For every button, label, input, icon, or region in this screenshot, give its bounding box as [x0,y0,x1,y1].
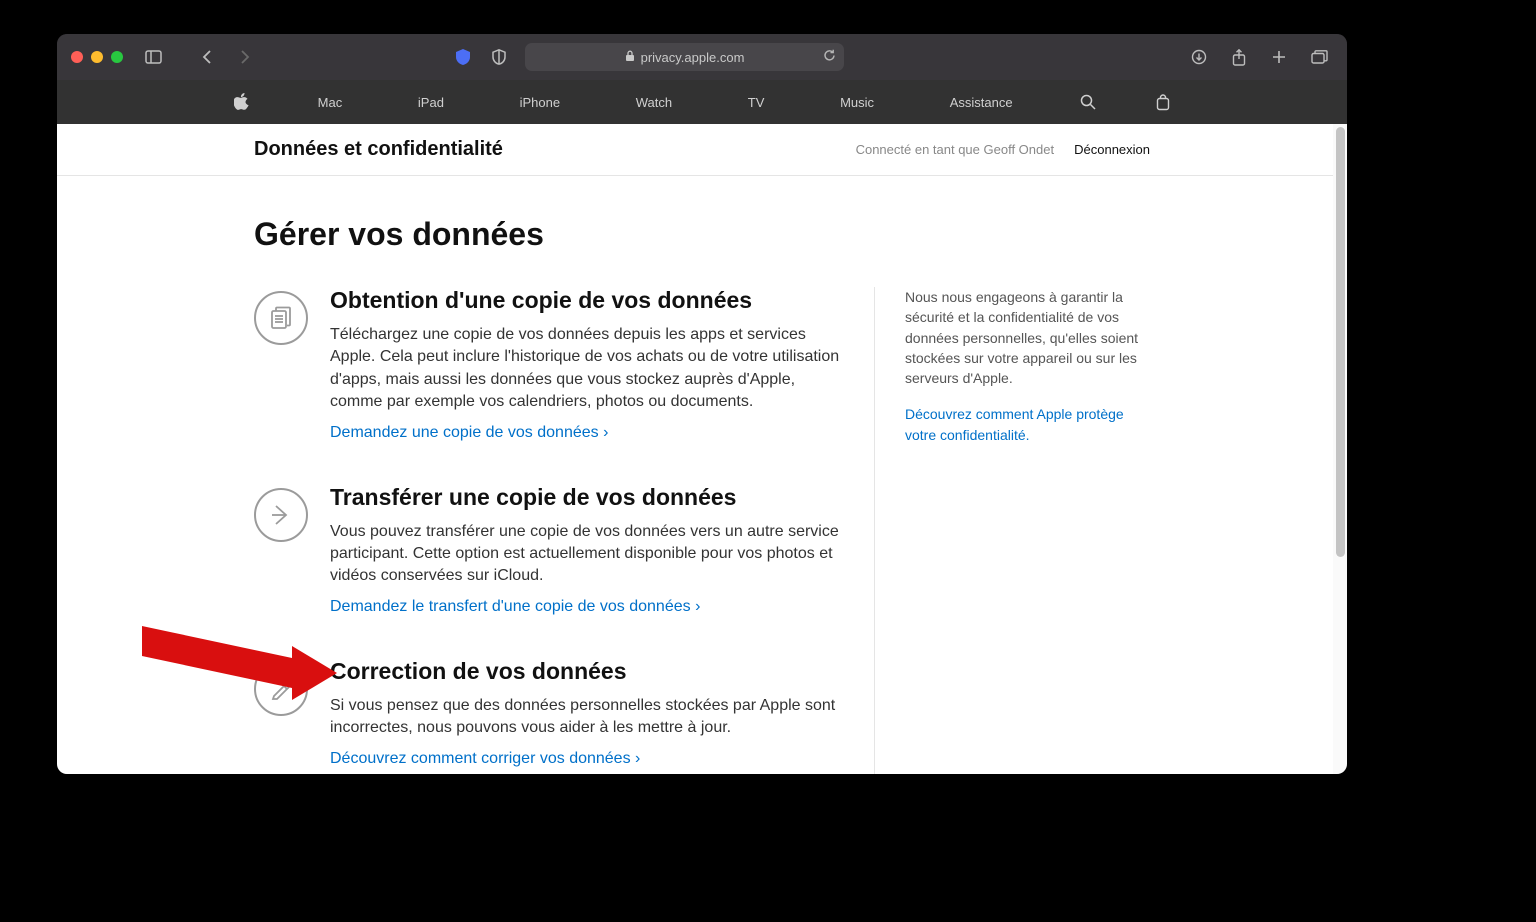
global-nav: Mac iPad iPhone Watch TV Music Assistanc… [57,80,1347,124]
search-icon[interactable] [1080,94,1096,110]
section-title: Obtention d'une copie de vos données [330,287,844,314]
forward-button[interactable] [231,43,259,71]
back-button[interactable] [193,43,221,71]
section-title: Correction de vos données [330,658,844,685]
correct-data-link[interactable]: Découvrez comment corriger vos données [330,750,640,767]
section-body: Téléchargez une copie de vos données dep… [330,324,844,414]
window-controls [71,51,123,63]
signed-in-label: Connecté en tant que Geoff Ondet [856,142,1055,157]
section-body: Si vous pensez que des données personnel… [330,695,844,740]
sidebar-toggle-button[interactable] [139,43,167,71]
nav-ipad[interactable]: iPad [410,95,452,110]
scrollbar-thumb[interactable] [1336,127,1345,557]
section-body: Vous pouvez transférer une copie de vos … [330,521,844,588]
new-tab-button[interactable] [1265,43,1293,71]
section-get-copy: Obtention d'une copie de vos données Tél… [254,287,844,442]
section-transfer: Transférer une copie de vos données Vous… [254,484,844,616]
nav-iphone[interactable]: iPhone [512,95,568,110]
address-bar[interactable]: privacy.apple.com [525,43,844,71]
nav-tv[interactable]: TV [740,95,773,110]
browser-window: privacy.apple.com [57,34,1347,774]
close-window-button[interactable] [71,51,83,63]
nav-mac[interactable]: Mac [310,95,351,110]
extension-icon-1[interactable] [449,43,477,71]
signout-link[interactable]: Déconnexion [1074,142,1150,157]
privacy-report-icon[interactable] [485,43,513,71]
section-correct: Correction de vos données Si vous pensez… [254,658,844,768]
apple-logo-icon[interactable] [234,93,250,111]
bag-icon[interactable] [1156,94,1170,111]
nav-assistance[interactable]: Assistance [942,95,1021,110]
downloads-button[interactable] [1185,43,1213,71]
url-host: privacy.apple.com [641,50,745,65]
tabs-overview-button[interactable] [1305,43,1333,71]
minimize-window-button[interactable] [91,51,103,63]
pencil-icon [254,662,308,716]
sidebar-info: Nous nous engageons à garantir la sécuri… [874,287,1150,774]
copy-icon [254,291,308,345]
sidebar-text: Nous nous engageons à garantir la sécuri… [905,287,1150,388]
privacy-learn-more-link[interactable]: Découvrez comment Apple protège votre co… [905,406,1124,442]
local-header: Données et confidentialité Connecté en t… [57,124,1347,176]
page-heading: Gérer vos données [254,216,1150,253]
nav-music[interactable]: Music [832,95,882,110]
section-title: Transférer une copie de vos données [330,484,844,511]
share-button[interactable] [1225,43,1253,71]
browser-toolbar: privacy.apple.com [57,34,1347,80]
maximize-window-button[interactable] [111,51,123,63]
request-transfer-link[interactable]: Demandez le transfert d'une copie de vos… [330,598,700,615]
request-copy-link[interactable]: Demandez une copie de vos données [330,424,608,441]
local-title: Données et confidentialité [254,138,503,161]
lock-icon [625,50,635,65]
transfer-icon [254,488,308,542]
page-content: Données et confidentialité Connecté en t… [57,124,1347,774]
reload-button[interactable] [823,49,836,65]
scrollbar[interactable] [1333,124,1347,774]
nav-watch[interactable]: Watch [628,95,680,110]
